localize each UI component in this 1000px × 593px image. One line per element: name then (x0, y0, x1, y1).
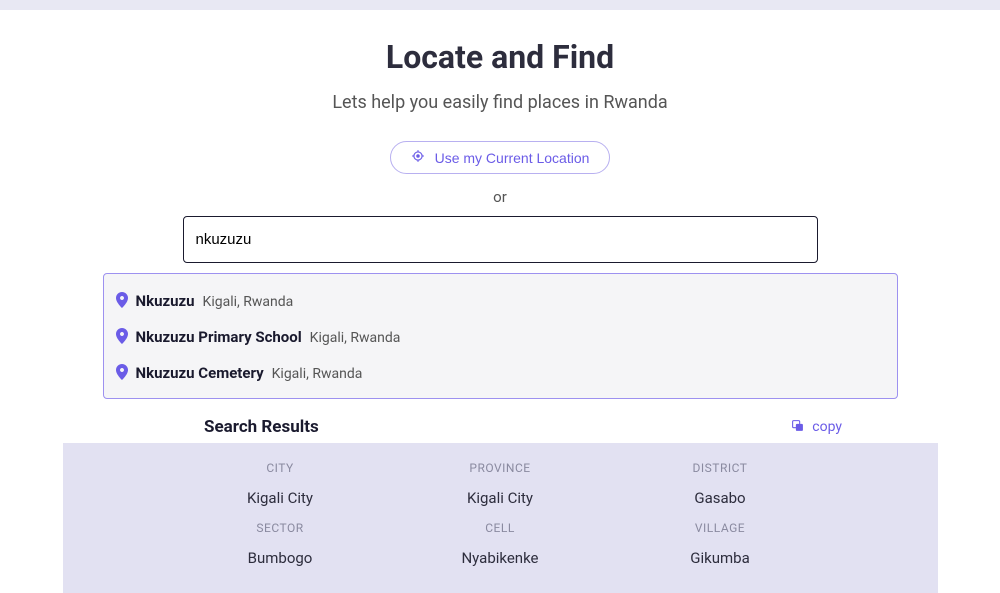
crosshair-icon (411, 149, 425, 166)
suggestions-dropdown: Nkuzuzu Kigali, Rwanda Nkuzuzu Primary S… (103, 273, 898, 399)
results-panel: CITY Kigali City PROVINCE Kigali City DI… (63, 443, 938, 593)
result-label: CITY (225, 461, 335, 475)
page-title: Locate and Find (386, 38, 614, 76)
suggestion-item[interactable]: Nkuzuzu Kigali, Rwanda (104, 282, 897, 318)
top-bar (0, 0, 1000, 10)
pin-icon (116, 328, 128, 344)
results-header: Search Results copy (150, 417, 850, 437)
suggestion-location: Kigali, Rwanda (272, 366, 363, 382)
result-value: Kigali City (225, 489, 335, 507)
result-cell-cell: CELL Nyabikenke (445, 521, 555, 567)
suggestion-location: Kigali, Rwanda (310, 330, 401, 346)
result-label: DISTRICT (665, 461, 775, 475)
result-value: Nyabikenke (445, 549, 555, 567)
result-label: PROVINCE (445, 461, 555, 475)
result-label: CELL (445, 521, 555, 535)
copy-button[interactable]: copy (791, 419, 842, 436)
suggestion-item[interactable]: Nkuzuzu Primary School Kigali, Rwanda (104, 318, 897, 354)
result-cell-sector: SECTOR Bumbogo (225, 521, 335, 567)
result-cell-district: DISTRICT Gasabo (665, 461, 775, 507)
result-cell-city: CITY Kigali City (225, 461, 335, 507)
suggestion-name: Nkuzuzu Primary School (136, 328, 302, 346)
or-separator: or (493, 188, 507, 206)
result-value: Gasabo (665, 489, 775, 507)
copy-label: copy (812, 419, 842, 435)
use-current-location-label: Use my Current Location (435, 150, 590, 166)
result-label: VILLAGE (665, 521, 775, 535)
result-cell-province: PROVINCE Kigali City (445, 461, 555, 507)
results-row: CITY Kigali City PROVINCE Kigali City DI… (63, 461, 938, 507)
main-container: Locate and Find Lets help you easily fin… (0, 10, 1000, 593)
results-title: Search Results (204, 417, 319, 437)
use-current-location-button[interactable]: Use my Current Location (390, 141, 611, 174)
results-row: SECTOR Bumbogo CELL Nyabikenke VILLAGE G… (63, 521, 938, 567)
copy-icon (791, 419, 804, 436)
result-label: SECTOR (225, 521, 335, 535)
suggestion-name: Nkuzuzu Cemetery (136, 364, 264, 382)
result-cell-village: VILLAGE Gikumba (665, 521, 775, 567)
suggestion-name: Nkuzuzu (136, 292, 195, 310)
pin-icon (116, 292, 128, 308)
pin-icon (116, 364, 128, 380)
suggestion-item[interactable]: Nkuzuzu Cemetery Kigali, Rwanda (104, 354, 897, 390)
result-value: Bumbogo (225, 549, 335, 567)
result-value: Kigali City (445, 489, 555, 507)
search-input[interactable] (183, 216, 818, 263)
suggestion-location: Kigali, Rwanda (203, 294, 294, 310)
result-value: Gikumba (665, 549, 775, 567)
page-subtitle: Lets help you easily find places in Rwan… (332, 92, 667, 113)
